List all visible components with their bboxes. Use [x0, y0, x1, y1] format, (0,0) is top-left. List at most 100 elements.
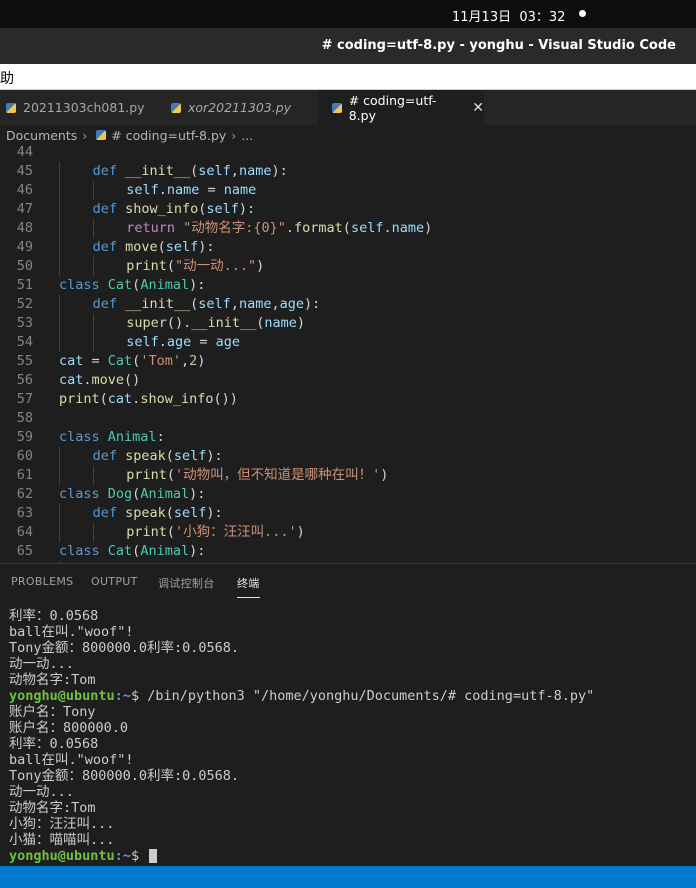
- tab-problems[interactable]: PROBLEMS: [11, 575, 73, 588]
- indent-guide: [59, 162, 60, 181]
- code-line[interactable]: 55 cat = Cat('Tom',2): [0, 352, 696, 371]
- code-line[interactable]: 48 return "动物名字:{0}".format(self.name): [0, 219, 696, 238]
- code-token: def: [92, 201, 126, 217]
- prompt-user: yonghu@ubuntu: [9, 688, 115, 704]
- code-token: name: [238, 296, 272, 312]
- code-token: format: [294, 220, 343, 236]
- line-number: 60: [16, 448, 33, 464]
- indent-guide: [59, 219, 60, 238]
- chevron-right-icon: ›: [231, 127, 237, 143]
- tab-xor20211303[interactable]: xor20211303.py: [165, 90, 315, 125]
- code-token: "动物名字:{0}": [183, 220, 286, 236]
- code-token: print: [59, 391, 100, 407]
- code-line[interactable]: 56 cat.move(): [0, 371, 696, 390]
- terminal-line: Tony金额：800000.0利率:0.0568.: [9, 768, 594, 784]
- indent-guide: [59, 466, 60, 485]
- code-line[interactable]: 63 def speak(self):: [0, 504, 696, 523]
- tab-terminal[interactable]: 终端: [237, 575, 260, 598]
- code-token: age: [279, 296, 304, 312]
- code-token: .: [158, 182, 167, 198]
- tab-output[interactable]: OUTPUT: [91, 575, 138, 588]
- python-file-icon: [96, 130, 107, 140]
- code-token: (: [165, 505, 174, 521]
- code-token: ):: [189, 277, 206, 293]
- input-method-bar: 助: [0, 64, 696, 90]
- code-token: (: [166, 258, 175, 274]
- terminal-text: 利率：0.0568: [9, 736, 99, 752]
- tab-debug-console[interactable]: 调试控制台: [158, 575, 215, 591]
- chevron-right-icon: ›: [82, 127, 88, 143]
- code-token: Animal: [140, 486, 190, 502]
- code-editor[interactable]: 44 45 def __init__(self,name): 46 self.name …: [0, 145, 696, 563]
- code-line[interactable]: 52 def __init__(self,name,age):: [0, 295, 696, 314]
- indent-guide: [59, 181, 60, 200]
- breadcrumb-folder[interactable]: Documents: [6, 128, 77, 143]
- line-number: 56: [16, 372, 33, 388]
- code-text: self.name = name: [126, 181, 256, 200]
- code-token: ): [256, 258, 265, 274]
- indent-guide: [92, 314, 94, 333]
- code-line[interactable]: 50 print("动一动..."): [0, 257, 696, 276]
- code-token: (: [342, 220, 351, 236]
- code-line[interactable]: 61 print('动物叫，但不知道是哪种在叫！'): [0, 466, 696, 485]
- code-line[interactable]: 54 self.age = age: [0, 333, 696, 352]
- code-token: ,: [271, 296, 280, 312]
- indent-guide: [59, 314, 60, 333]
- terminal-line: 小猫：喵喵叫...: [9, 832, 594, 848]
- window-title-bar[interactable]: # coding=utf-8.py - yonghu - Visual Stud…: [0, 28, 696, 64]
- terminal-text: 动物名字:Tom: [9, 672, 96, 688]
- code-line[interactable]: 59 class Animal:: [0, 428, 696, 447]
- tab-20211303ch081[interactable]: 20211303ch081.py: [0, 90, 162, 125]
- code-line[interactable]: 65 class Cat(Animal):: [0, 542, 696, 561]
- code-text: cat.move(): [59, 371, 140, 390]
- code-line[interactable]: 57 print(cat.show_info()): [0, 390, 696, 409]
- breadcrumb-more[interactable]: ...: [241, 128, 253, 143]
- code-token: .: [285, 220, 295, 236]
- tab-coding-utf8[interactable]: # coding=utf-8.py ✕: [318, 90, 484, 125]
- code-token: ): [424, 220, 433, 236]
- indent-guide: [92, 466, 94, 485]
- code-token: name: [391, 220, 425, 236]
- code-line[interactable]: 58: [0, 409, 696, 428]
- code-token: (: [166, 467, 175, 483]
- code-line[interactable]: 44: [0, 145, 696, 162]
- code-token: .: [383, 220, 392, 236]
- close-icon[interactable]: ✕: [472, 100, 484, 116]
- code-token: self: [206, 201, 239, 217]
- code-line[interactable]: 53 super().__init__(name): [0, 314, 696, 333]
- code-line[interactable]: 64 print('小狗：汪汪叫...'): [0, 523, 696, 542]
- breadcrumb: Documents › # coding=utf-8.py › ...: [0, 125, 696, 145]
- code-text: def show_info(self):: [93, 200, 256, 219]
- code-line[interactable]: 62 class Dog(Animal):: [0, 485, 696, 504]
- code-line[interactable]: 51 class Cat(Animal):: [0, 276, 696, 295]
- indent-guide: [59, 295, 60, 314]
- code-token: class: [59, 486, 108, 502]
- system-clock[interactable]: 11月13日 03：32: [452, 6, 565, 25]
- terminal-text: 动物名字:Tom: [9, 800, 96, 816]
- code-line[interactable]: 45 def __init__(self,name):: [0, 162, 696, 181]
- indent-guide: [92, 219, 94, 238]
- code-line[interactable]: 46 self.name = name: [0, 181, 696, 200]
- code-token: ):: [189, 543, 206, 559]
- code-token: name: [223, 182, 257, 198]
- code-line[interactable]: 49 def move(self):: [0, 238, 696, 257]
- code-text: def __init__(self,name):: [93, 162, 288, 181]
- terminal-text: 动一动...: [9, 784, 74, 800]
- code-token: self: [126, 182, 159, 198]
- code-token: (: [99, 391, 108, 407]
- indent-guide: [59, 238, 60, 257]
- code-line[interactable]: 47 def show_info(self):: [0, 200, 696, 219]
- tab-label: # coding=utf-8.py: [348, 92, 437, 123]
- system-top-bar: 11月13日 03：32: [0, 0, 696, 28]
- prompt-path: :~: [114, 688, 131, 704]
- terminal-line: 账户名：Tony: [9, 704, 594, 720]
- terminal-line: yonghu@ubuntu:~$: [9, 848, 594, 864]
- breadcrumb-file[interactable]: # coding=utf-8.py: [111, 128, 226, 143]
- terminal-output[interactable]: 利率：0.0568 ball在叫."woof"! Tony金额：800000.0利率…: [9, 608, 594, 864]
- code-token: 2: [189, 353, 198, 369]
- code-line[interactable]: 60 def speak(self):: [0, 447, 696, 466]
- code-token: self: [173, 448, 207, 464]
- code-token: class: [59, 429, 108, 445]
- code-token: ): [296, 524, 305, 540]
- code-text: class Dog(Animal):: [59, 485, 205, 504]
